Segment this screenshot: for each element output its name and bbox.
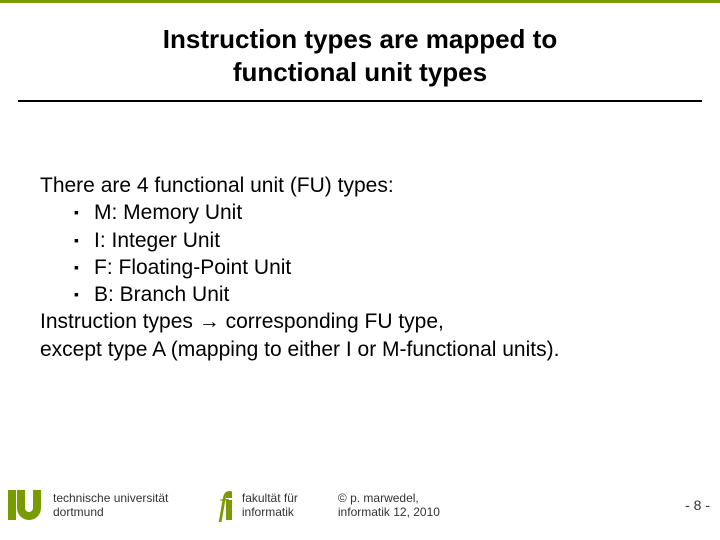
list-item: M: Memory Unit <box>78 199 680 226</box>
tu-logo-icon <box>8 490 41 520</box>
fi-logo-icon: f <box>218 490 231 521</box>
list-item: I: Integer Unit <box>78 227 680 254</box>
slide-body: There are 4 functional unit (FU) types: … <box>0 102 720 363</box>
copy-line-1: © p. marwedel, <box>338 491 440 505</box>
title-line-2: functional unit types <box>233 57 487 87</box>
fu-type-list: M: Memory Unit I: Integer Unit F: Floati… <box>40 199 680 308</box>
slide-header: Instruction types are mapped to function… <box>0 0 720 100</box>
intro-text: There are 4 functional unit (FU) types: <box>40 172 680 199</box>
fac-line-2: informatik <box>242 505 298 519</box>
uni-line-2: dortmund <box>53 505 168 519</box>
outro-line-1: Instruction types → corresponding FU typ… <box>40 308 680 335</box>
copy-line-2: informatik 12, 2010 <box>338 505 440 519</box>
list-item: B: Branch Unit <box>78 281 680 308</box>
uni-line-1: technische universität <box>53 491 168 505</box>
slide-title: Instruction types are mapped to function… <box>40 23 680 88</box>
list-item: F: Floating-Point Unit <box>78 254 680 281</box>
copyright-text: © p. marwedel, informatik 12, 2010 <box>338 491 440 520</box>
title-line-1: Instruction types are mapped to <box>163 24 557 54</box>
page-number: - 8 - <box>685 497 710 513</box>
fac-line-1: fakultät für <box>242 491 298 505</box>
slide-footer: technische universität dortmund f fakult… <box>0 480 720 530</box>
faculty-name: fakultät für informatik <box>242 491 298 520</box>
outro-line-2: except type A (mapping to either I or M-… <box>40 336 680 363</box>
university-name: technische universität dortmund <box>53 491 168 520</box>
